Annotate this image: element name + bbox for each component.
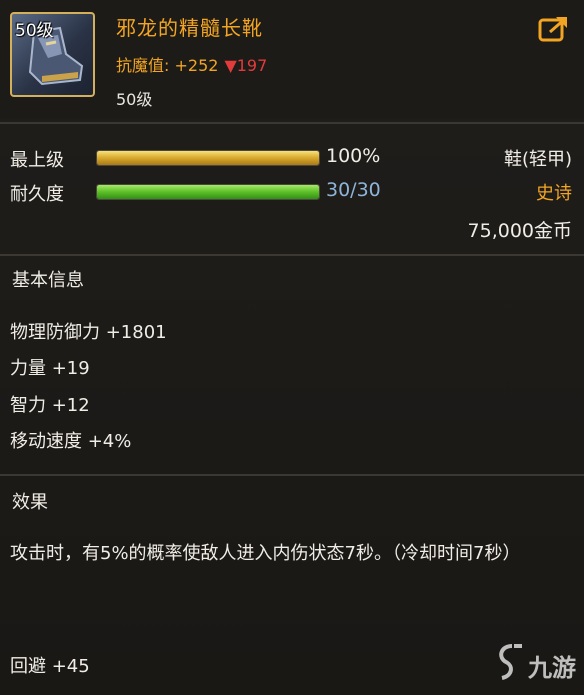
- upgrade-bar-fill: [97, 151, 319, 165]
- item-rarity: 史诗: [536, 183, 572, 204]
- attribute-line: 智力 +12: [10, 395, 90, 416]
- item-tooltip: 50级 邪龙的精髓长靴 抗魔值: +252 ▼197 50级 最上级 100% 鞋…: [0, 0, 584, 695]
- attribute-line: 移动速度 +4%: [10, 431, 132, 452]
- upgrade-bar: [96, 150, 320, 166]
- item-type: 鞋(轻甲): [503, 149, 572, 170]
- durability-value: 30/30: [326, 179, 381, 201]
- attribute-line: 力量 +19: [10, 358, 90, 379]
- item-header: 50级 邪龙的精髓长靴 抗魔值: +252 ▼197 50级: [0, 0, 584, 118]
- share-icon[interactable]: [538, 14, 570, 42]
- durability-bar: [96, 184, 320, 200]
- effect-description: 攻击时，有5%的概率使敌人进入内伤状态7秒。（冷却时间7秒）: [10, 543, 521, 564]
- magic-resist-stat: 抗魔值: +252 ▼197: [116, 52, 267, 76]
- stat-value: +252: [174, 56, 219, 75]
- durability-label: 耐久度: [10, 184, 64, 205]
- item-price: 75,000金币: [467, 220, 572, 242]
- effect-bonus: 回避 +45: [10, 656, 90, 677]
- stat-label: 抗魔值:: [116, 56, 175, 75]
- effect-title: 效果: [12, 492, 48, 513]
- required-level: 50级: [116, 90, 153, 109]
- item-name: 邪龙的精髓长靴: [116, 16, 263, 40]
- divider: [0, 254, 584, 256]
- boot-armor-icon: 50级: [10, 12, 95, 97]
- attribute-line: 物理防御力 +1801: [10, 322, 167, 343]
- divider: [0, 122, 584, 124]
- watermark-logo-icon: [499, 644, 522, 680]
- icon-level-label: 50级: [15, 21, 54, 41]
- basic-info-title: 基本信息: [12, 270, 84, 291]
- upgrade-label: 最上级: [10, 150, 64, 171]
- watermark-text: 九游: [528, 654, 576, 682]
- watermark: 九游: [492, 642, 582, 690]
- durability-bar-fill: [97, 185, 319, 199]
- upgrade-value: 100%: [326, 145, 381, 167]
- stat-compare-down: ▼197: [224, 56, 268, 75]
- divider: [0, 474, 584, 476]
